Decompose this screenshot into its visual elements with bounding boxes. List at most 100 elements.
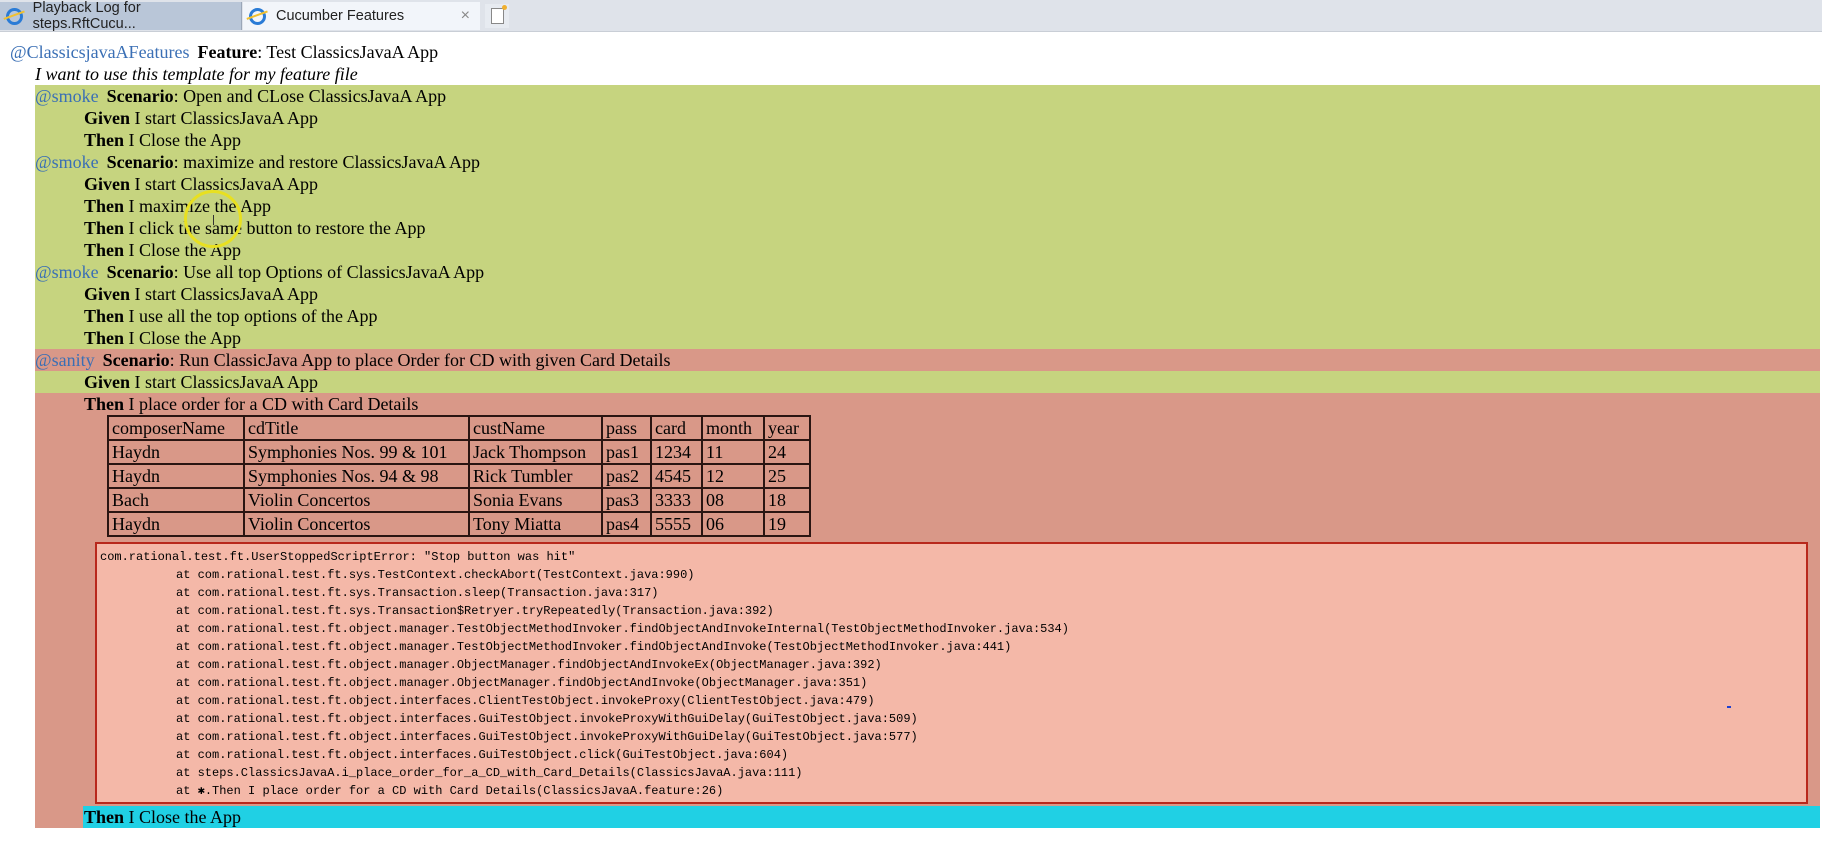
table-row: Bach Violin Concertos Sonia Evans pas3 3333 0… bbox=[107, 487, 811, 513]
table-cell: Tony Miatta bbox=[468, 511, 603, 537]
scenario-header: @smoke Scenario: maximize and restore Cla… bbox=[35, 151, 1820, 173]
table-cell: 12 bbox=[701, 463, 765, 489]
scenario-header: @sanity Scenario: Run ClassicJava App to … bbox=[35, 349, 1820, 371]
table-cell: 18 bbox=[763, 487, 811, 513]
table-cell: 1234 bbox=[650, 439, 703, 465]
stack-frame: at com.rational.test.ft.object.interface… bbox=[176, 694, 875, 708]
scenario: @smoke Scenario: maximize and restore Cla… bbox=[35, 151, 1820, 261]
scenario-list: @smoke Scenario: Open and CLose ClassicsJ… bbox=[35, 85, 1820, 828]
table-cell: 19 bbox=[763, 511, 811, 537]
scenario: @smoke Scenario: Use all top Options of C… bbox=[35, 261, 1820, 349]
step-text: I maximize the App bbox=[128, 196, 271, 216]
step-passed: Given I start ClassicsJavaA App bbox=[35, 283, 1820, 305]
table-cell: 08 bbox=[701, 487, 765, 513]
table-cell: pas2 bbox=[601, 463, 652, 489]
scenario-keyword: Scenario bbox=[106, 152, 174, 172]
table-cell: Sonia Evans bbox=[468, 487, 603, 513]
table-cell: Rick Tumbler bbox=[468, 463, 603, 489]
table-cell: Haydn bbox=[107, 511, 245, 537]
stack-frame: at com.rational.test.ft.object.manager.O… bbox=[176, 676, 868, 690]
step-passed: Then I Close the App bbox=[35, 239, 1820, 261]
step-text: I Close the App bbox=[128, 240, 242, 260]
stack-frame: at com.rational.test.ft.sys.TestContext.… bbox=[176, 568, 695, 582]
stack-frame: at ✱.Then I place order for a CD with Ca… bbox=[176, 784, 724, 798]
table-header-cell: pass bbox=[601, 415, 652, 441]
new-tab-button[interactable] bbox=[485, 4, 509, 28]
step-text: I Close the App bbox=[128, 130, 242, 150]
table-cell: 06 bbox=[701, 511, 765, 537]
feature-title: Test ClassicsJavaA App bbox=[266, 42, 439, 62]
scenario-header: @smoke Scenario: Open and CLose ClassicsJ… bbox=[35, 85, 1820, 107]
table-cell: Haydn bbox=[107, 439, 245, 465]
feature-description: I want to use this template for my featu… bbox=[35, 64, 358, 84]
feature-keyword: Feature bbox=[197, 42, 258, 62]
table-row: Haydn Symphonies Nos. 94 & 98 Rick Tumbler… bbox=[107, 463, 811, 489]
close-icon[interactable]: × bbox=[461, 7, 470, 25]
step-text: I Close the App bbox=[128, 807, 242, 827]
tab-label: Cucumber Features bbox=[276, 8, 405, 24]
table-cell: Symphonies Nos. 99 & 101 bbox=[243, 439, 470, 465]
stack-frame: at com.rational.test.ft.object.manager.O… bbox=[176, 658, 882, 672]
step-keyword: Given bbox=[84, 372, 131, 392]
step-text: I start ClassicsJavaA App bbox=[134, 174, 318, 194]
step-keyword: Then bbox=[84, 218, 125, 238]
step-passed: Given I start ClassicsJavaA App bbox=[35, 371, 1820, 393]
scenario: @smoke Scenario: Open and CLose ClassicsJ… bbox=[35, 85, 1820, 151]
table-cell: Violin Concertos bbox=[243, 487, 470, 513]
table-cell: 5555 bbox=[650, 511, 703, 537]
table-cell: Haydn bbox=[107, 463, 245, 489]
step-keyword: Given bbox=[84, 284, 131, 304]
stack-frame: at steps.ClassicsJavaA.i_place_order_for… bbox=[176, 766, 803, 780]
table-header-cell: year bbox=[763, 415, 811, 441]
scenario-tag: @smoke bbox=[35, 152, 99, 172]
table-cell: pas1 bbox=[601, 439, 652, 465]
table-cell: Symphonies Nos. 94 & 98 bbox=[243, 463, 470, 489]
table-cell: Bach bbox=[107, 487, 245, 513]
tab-playback-log[interactable]: Playback Log for steps.RftCucu... bbox=[0, 0, 242, 32]
step-keyword: Then bbox=[84, 306, 125, 326]
tab-cucumber-features[interactable]: Cucumber Features × bbox=[243, 2, 480, 30]
step-text: I start ClassicsJavaA App bbox=[134, 108, 318, 128]
step-keyword: Then bbox=[84, 240, 125, 260]
step-passed: Then I maximize the App bbox=[35, 195, 1820, 217]
stack-frame: at com.rational.test.ft.sys.Transaction$… bbox=[176, 604, 774, 618]
step-passed: Then I use all the top options of the Ap… bbox=[35, 305, 1820, 327]
table-cell: 24 bbox=[763, 439, 811, 465]
step-text: I start ClassicsJavaA App bbox=[134, 284, 318, 304]
scenario-name: Run ClassicJava App to place Order for C… bbox=[179, 350, 671, 370]
table-header-cell: composerName bbox=[107, 415, 245, 441]
step-passed: Then I Close the App bbox=[35, 327, 1820, 349]
scenario-tag: @smoke bbox=[35, 262, 99, 282]
error-message: com.rational.test.ft.UserStoppedScriptEr… bbox=[100, 550, 576, 564]
new-tab-icon bbox=[490, 5, 507, 24]
table-cell: Jack Thompson bbox=[468, 439, 603, 465]
table-cell: pas3 bbox=[601, 487, 652, 513]
scenario-tag: @smoke bbox=[35, 86, 99, 106]
table-cell: 25 bbox=[763, 463, 811, 489]
stack-frame: at com.rational.test.ft.sys.Transaction.… bbox=[176, 586, 659, 600]
step-keyword: Then bbox=[84, 807, 125, 827]
step-passed: Then I click the same button to restore … bbox=[35, 217, 1820, 239]
step-keyword: Given bbox=[84, 174, 131, 194]
table-row: Haydn Violin Concertos Tony Miatta pas4 5555… bbox=[107, 511, 811, 537]
step-skipped: Then I Close the App bbox=[83, 806, 1820, 828]
step-text: I place order for a CD with Card Details bbox=[128, 394, 419, 414]
table-cell: 4545 bbox=[650, 463, 703, 489]
table-header-cell: custName bbox=[468, 415, 603, 441]
ie-icon bbox=[6, 7, 23, 25]
scenario-keyword: Scenario bbox=[106, 86, 174, 106]
scenario-name: Use all top Options of ClassicsJavaA App bbox=[183, 262, 485, 282]
stack-frame: at com.rational.test.ft.object.interface… bbox=[176, 712, 918, 726]
step-keyword: Then bbox=[84, 196, 125, 216]
report-content: @ClassicsjavaAFeatures Feature: Test Clas… bbox=[0, 32, 1822, 828]
error-stacktrace: com.rational.test.ft.UserStoppedScriptEr… bbox=[95, 542, 1808, 804]
table-cell: pas4 bbox=[601, 511, 652, 537]
scenario-name: Open and CLose ClassicsJavaA App bbox=[183, 86, 447, 106]
step-text: I use all the top options of the App bbox=[128, 306, 378, 326]
table-cell: Violin Concertos bbox=[243, 511, 470, 537]
stack-frame: at com.rational.test.ft.object.interface… bbox=[176, 730, 918, 744]
scenario-header: @smoke Scenario: Use all top Options of C… bbox=[35, 261, 1820, 283]
data-table: composerName cdTitle custName pass card month… bbox=[107, 415, 811, 537]
feature-header: @ClassicsjavaAFeatures Feature: Test Clas… bbox=[10, 42, 439, 62]
table-header-cell: card bbox=[650, 415, 703, 441]
